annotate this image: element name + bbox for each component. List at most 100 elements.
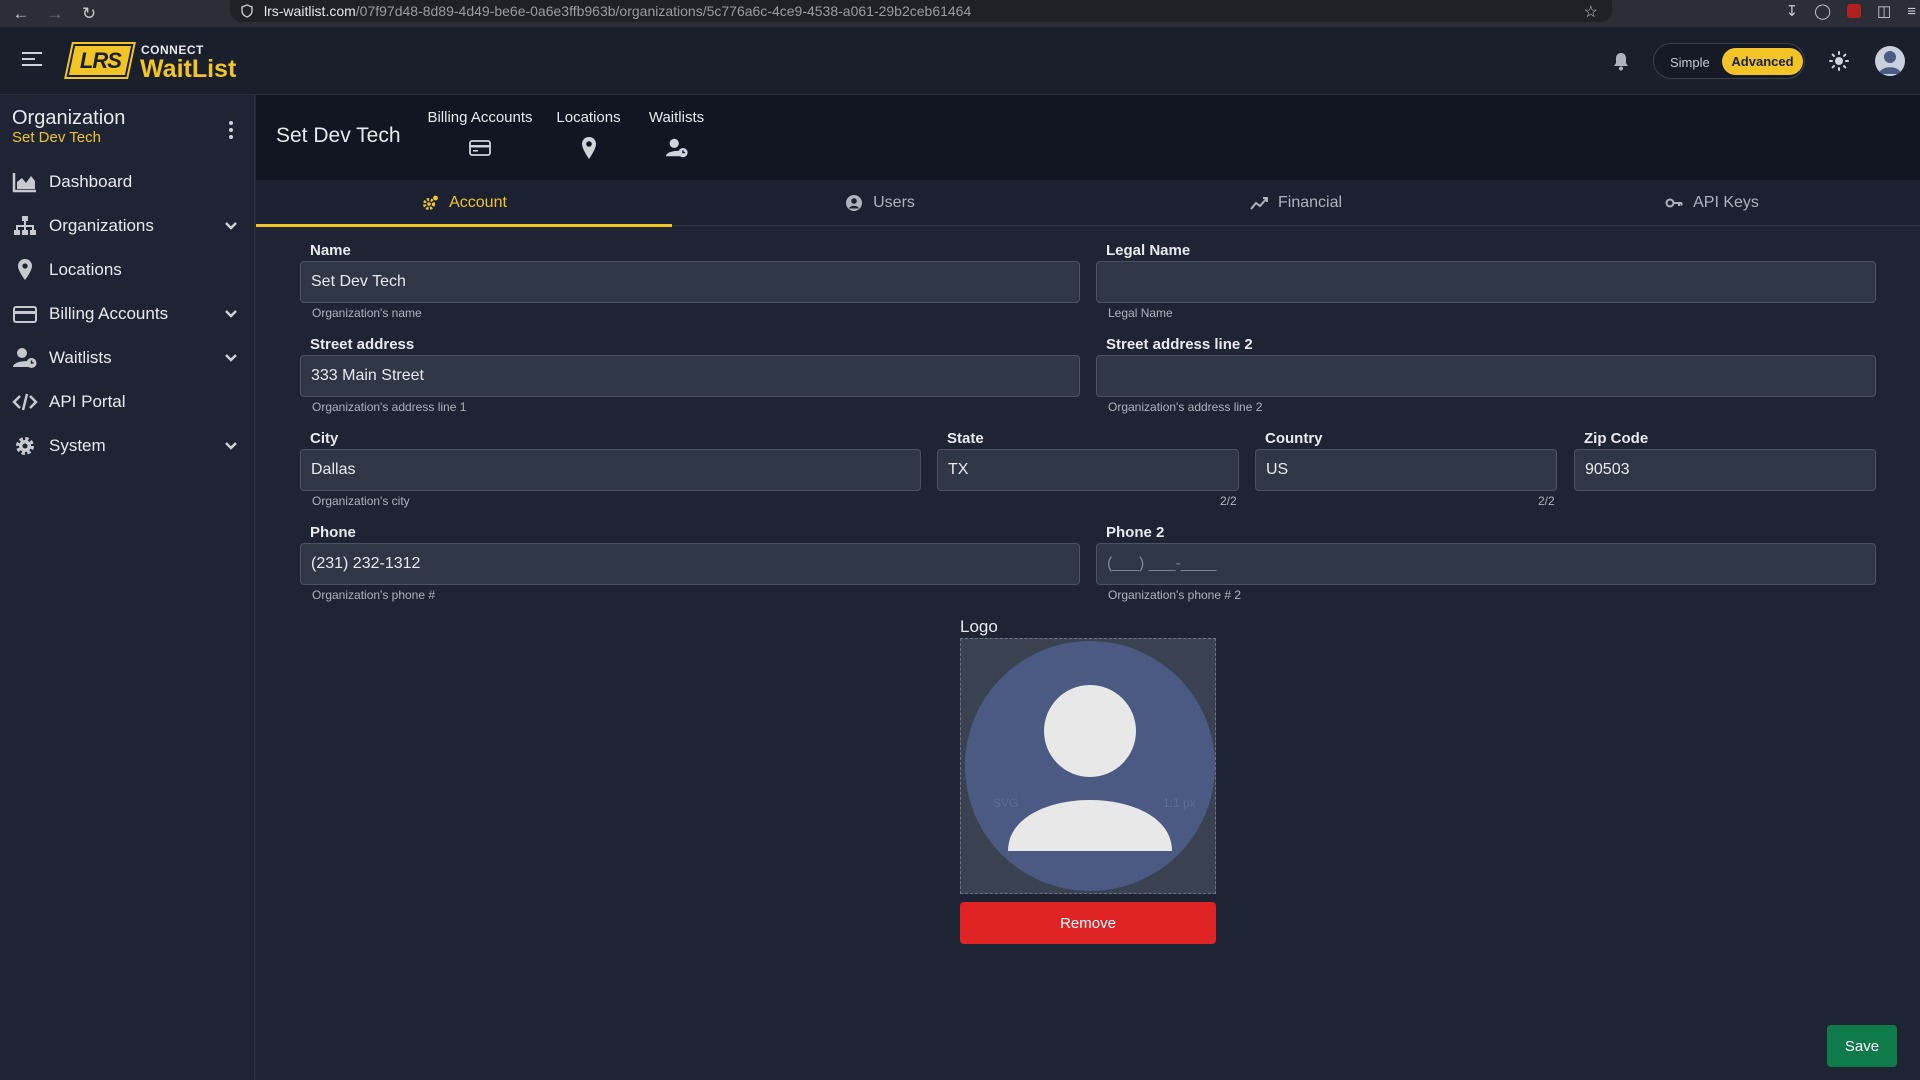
- user-avatar-icon: [1879, 51, 1901, 74]
- sidebar-subtitle: Set Dev Tech: [12, 129, 101, 146]
- sidebar-item-organizations[interactable]: Organizations: [0, 204, 255, 248]
- street-field[interactable]: 333 Main Street: [300, 355, 1080, 397]
- sidebar-item-waitlists[interactable]: Waitlists: [0, 336, 255, 380]
- menu-icon[interactable]: ≡: [1907, 3, 1916, 20]
- logo-preview: SVG 1:1 px: [965, 641, 1215, 891]
- chevron-down-icon[interactable]: [224, 309, 238, 319]
- download-icon[interactable]: ↧: [1786, 2, 1799, 20]
- phone2-field[interactable]: (___) ___-____: [1096, 543, 1876, 585]
- hamburger-menu-icon[interactable]: [22, 52, 42, 70]
- tab-label: Users: [873, 194, 915, 211]
- kebab-menu-icon[interactable]: [229, 121, 233, 142]
- state-counter: 2/2: [1220, 494, 1237, 508]
- street2-label: Street address line 2: [1106, 336, 1253, 353]
- browser-toolbar: ← → ↻ lrs-waitlist.com/07f97d48-8d89-4d4…: [0, 0, 1920, 27]
- city-label: City: [310, 430, 339, 447]
- country-value: US: [1266, 461, 1289, 478]
- sidebar-title: Organization: [12, 107, 126, 129]
- org-header: Set Dev Tech Billing Accounts Locations …: [256, 95, 1920, 180]
- chevron-down-icon[interactable]: [224, 353, 238, 363]
- credit-card-icon: [13, 306, 37, 323]
- sidebar-item-label: Locations: [49, 260, 122, 279]
- default-avatar-icon: [1008, 685, 1172, 851]
- country-field[interactable]: US: [1255, 449, 1557, 491]
- gears-icon: [423, 195, 438, 210]
- zip-value: 90503: [1585, 461, 1630, 478]
- quick-link-locations[interactable]: Locations: [551, 109, 626, 160]
- address-bar[interactable]: lrs-waitlist.com/07f97d48-8d89-4d49-be6e…: [230, 0, 1612, 22]
- street-hint: Organization's address line 1: [312, 400, 467, 414]
- logo-upload-area[interactable]: SVG 1:1 px: [960, 638, 1216, 894]
- phone2-label: Phone 2: [1106, 524, 1165, 541]
- shield-icon: [241, 4, 253, 18]
- zip-field[interactable]: 90503: [1574, 449, 1876, 491]
- sidebar-item-system[interactable]: System: [0, 424, 255, 468]
- tab-financial[interactable]: Financial: [1088, 180, 1504, 226]
- chart-area-icon: [12, 173, 36, 193]
- account-icon[interactable]: ◯: [1814, 2, 1831, 20]
- app-header: LRS CONNECT WaitList Simple Advanced: [0, 27, 1920, 95]
- tab-bar: Account Users Financial API Keys: [256, 180, 1920, 227]
- map-pin-icon: [18, 259, 32, 280]
- logo-mark: LRS: [79, 47, 121, 73]
- logo-hint-left: SVG: [993, 796, 1019, 810]
- bookmark-star-icon[interactable]: ☆: [1584, 2, 1598, 22]
- quick-link-label: Billing Accounts: [427, 109, 533, 126]
- legal-name-label: Legal Name: [1106, 242, 1191, 259]
- state-field[interactable]: TX: [937, 449, 1239, 491]
- logo-hint-right: 1:1 px: [1163, 796, 1196, 810]
- sidebar-item-api-portal[interactable]: API Portal: [0, 380, 255, 424]
- url-host: lrs-waitlist.com: [264, 3, 356, 19]
- ublock-icon[interactable]: [1847, 4, 1862, 18]
- quick-link-label: Locations: [556, 109, 621, 126]
- sidebar-item-label: Organizations: [49, 216, 154, 235]
- sidebar-item-billing-accounts[interactable]: Billing Accounts: [0, 292, 255, 336]
- tab-account[interactable]: Account: [256, 180, 672, 227]
- city-field[interactable]: Dallas: [300, 449, 921, 491]
- sun-icon[interactable]: [1829, 51, 1849, 71]
- sidebar-item-locations[interactable]: Locations: [0, 248, 255, 292]
- tab-label: API Keys: [1693, 194, 1759, 211]
- bell-icon[interactable]: [1612, 51, 1630, 71]
- forward-icon[interactable]: →: [42, 4, 68, 24]
- logo-label: Logo: [960, 617, 998, 636]
- phone-field[interactable]: (231) 232-1312: [300, 543, 1080, 585]
- country-counter: 2/2: [1538, 494, 1555, 508]
- tab-label: Financial: [1277, 194, 1343, 211]
- quick-link-label: Waitlists: [648, 109, 705, 126]
- state-label: State: [947, 430, 984, 447]
- back-icon[interactable]: ←: [8, 4, 34, 24]
- save-button[interactable]: Save: [1827, 1025, 1897, 1067]
- chevron-down-icon[interactable]: [224, 221, 238, 231]
- credit-card-icon: [469, 140, 491, 156]
- user-clock-icon: [13, 348, 37, 368]
- tab-api-keys[interactable]: API Keys: [1504, 180, 1920, 226]
- lrs-logo: LRS: [64, 42, 136, 79]
- trend-line-icon: [1250, 197, 1268, 210]
- remove-logo-button[interactable]: Remove: [960, 902, 1216, 944]
- gear-icon: [16, 437, 34, 455]
- user-avatar[interactable]: [1875, 46, 1905, 76]
- mode-simple-option[interactable]: Simple: [1670, 55, 1710, 70]
- mode-advanced-option[interactable]: Advanced: [1722, 48, 1803, 75]
- extensions-icon[interactable]: ◫: [1877, 2, 1891, 20]
- quick-link-waitlists[interactable]: Waitlists: [639, 109, 714, 160]
- state-value: TX: [948, 461, 969, 478]
- chevron-down-icon[interactable]: [224, 441, 238, 451]
- sidebar-item-label: API Portal: [49, 392, 126, 411]
- name-field[interactable]: Set Dev Tech: [300, 261, 1080, 303]
- street-label: Street address: [310, 336, 415, 353]
- legal-name-field[interactable]: [1096, 261, 1876, 303]
- quick-link-billing-accounts[interactable]: Billing Accounts: [425, 109, 535, 160]
- city-value: Dallas: [311, 461, 356, 478]
- reload-icon[interactable]: ↻: [76, 4, 102, 24]
- zip-label: Zip Code: [1584, 430, 1649, 447]
- street2-field[interactable]: [1096, 355, 1876, 397]
- country-label: Country: [1265, 430, 1323, 447]
- url-path: /07f97d48-8d89-4d49-be6e-0a6e3ffb963b/or…: [355, 3, 972, 19]
- sidebar-item-dashboard[interactable]: Dashboard: [0, 160, 255, 204]
- tab-users[interactable]: Users: [672, 180, 1088, 226]
- phone-hint: Organization's phone #: [312, 588, 436, 602]
- mode-toggle[interactable]: Simple Advanced: [1653, 43, 1805, 79]
- page-title: Set Dev Tech: [276, 124, 401, 147]
